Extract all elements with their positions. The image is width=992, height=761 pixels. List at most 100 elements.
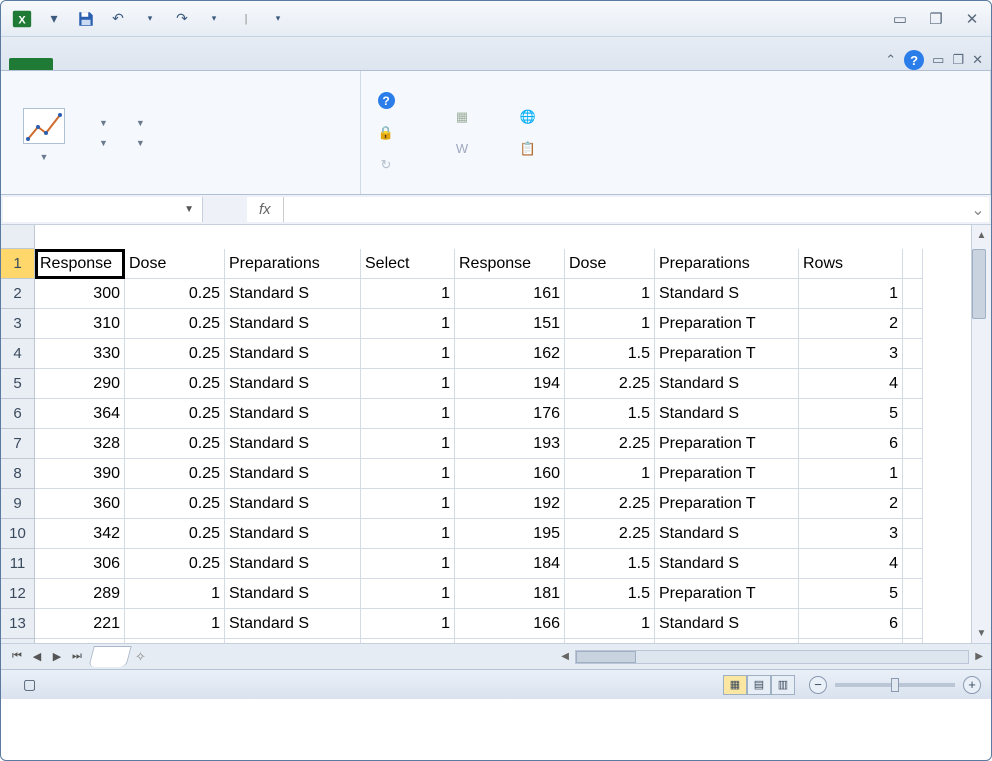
row-header[interactable]: 11 xyxy=(1,549,35,579)
cell[interactable]: Standard S xyxy=(225,609,361,639)
row-header[interactable]: 12 xyxy=(1,579,35,609)
help-icon[interactable]: ? xyxy=(904,50,924,70)
cell[interactable]: Preparation T xyxy=(655,639,799,643)
cell[interactable]: 0.25 xyxy=(125,369,225,399)
cell[interactable]: Preparation T xyxy=(655,339,799,369)
cell[interactable]: 2 xyxy=(799,489,903,519)
cell[interactable]: Preparation T xyxy=(655,309,799,339)
cell[interactable] xyxy=(903,309,923,339)
statistics2-menu[interactable]: ▼ xyxy=(89,136,112,150)
undo-icon[interactable]: ↶ xyxy=(105,6,131,32)
page-break-view-icon[interactable]: ▥ xyxy=(771,675,795,695)
cell[interactable]: Dose xyxy=(125,249,225,279)
horizontal-scrollbar[interactable]: ◀ ▶ xyxy=(161,650,991,664)
cell[interactable]: Standard S xyxy=(225,489,361,519)
cell[interactable]: Standard S xyxy=(655,549,799,579)
cell[interactable]: 2.25 xyxy=(565,519,655,549)
statistics1-menu[interactable]: ▼ xyxy=(89,116,112,130)
normal-view-icon[interactable]: ▦ xyxy=(723,675,747,695)
cell[interactable] xyxy=(903,279,923,309)
cell[interactable]: 0.25 xyxy=(125,279,225,309)
row-header[interactable]: 3 xyxy=(1,309,35,339)
cell[interactable]: 1.5 xyxy=(565,399,655,429)
qat-customize-icon[interactable]: ▾ xyxy=(265,6,291,32)
expand-formula-icon[interactable]: ⌄ xyxy=(967,200,989,220)
undo-dropdown-icon[interactable]: ▾ xyxy=(137,6,163,32)
file-tab[interactable] xyxy=(9,58,53,70)
chevron-down-icon[interactable]: ▼ xyxy=(184,204,194,215)
cell[interactable]: 328 xyxy=(35,429,125,459)
cell[interactable]: 1 xyxy=(799,639,903,643)
output-browser-button[interactable]: 🌐 xyxy=(515,106,547,128)
excel-icon[interactable]: X xyxy=(9,6,35,32)
cell[interactable]: Standard S xyxy=(225,639,361,643)
cell[interactable]: Standard S xyxy=(655,609,799,639)
cell[interactable]: Standard S xyxy=(225,549,361,579)
cell[interactable]: Preparation T xyxy=(655,429,799,459)
cell[interactable]: Standard S xyxy=(655,369,799,399)
cell[interactable]: 1 xyxy=(361,639,455,643)
cell[interactable]: 1.5 xyxy=(565,639,655,643)
row-header[interactable]: 5 xyxy=(1,369,35,399)
cell[interactable]: 1.5 xyxy=(565,339,655,369)
sheet-first-icon[interactable]: ⏮ xyxy=(7,650,27,663)
new-sheet-icon[interactable]: ✧ xyxy=(135,649,161,665)
cell[interactable] xyxy=(903,549,923,579)
save-icon[interactable] xyxy=(73,6,99,32)
cell[interactable]: Standard S xyxy=(225,339,361,369)
cell[interactable]: 2.25 xyxy=(565,489,655,519)
cell[interactable]: 0.25 xyxy=(125,339,225,369)
lock-data-button[interactable]: 🔒 xyxy=(373,122,405,144)
cell[interactable]: 3 xyxy=(799,519,903,549)
cell[interactable]: 342 xyxy=(35,519,125,549)
cell[interactable]: 1 xyxy=(565,609,655,639)
cell[interactable]: 193 xyxy=(455,429,565,459)
cell[interactable]: 1 xyxy=(361,429,455,459)
cell[interactable]: Preparations xyxy=(225,249,361,279)
cell[interactable]: 3 xyxy=(799,339,903,369)
row-header[interactable]: 2 xyxy=(1,279,35,309)
scroll-right-icon[interactable]: ▶ xyxy=(971,651,987,662)
cell[interactable] xyxy=(903,579,923,609)
scroll-up-icon[interactable]: ▲ xyxy=(972,225,991,245)
cell[interactable]: 178 xyxy=(455,639,565,643)
cell[interactable]: 2.25 xyxy=(565,369,655,399)
cell[interactable]: 0.25 xyxy=(125,549,225,579)
cell[interactable] xyxy=(903,609,923,639)
cell[interactable]: Preparations xyxy=(655,249,799,279)
graphics-button[interactable]: ▼ xyxy=(9,75,79,190)
cell[interactable] xyxy=(903,639,923,643)
cell[interactable]: 1 xyxy=(361,549,455,579)
cell[interactable]: 360 xyxy=(35,489,125,519)
cell[interactable] xyxy=(903,339,923,369)
cell[interactable]: 221 xyxy=(35,609,125,639)
fx-icon[interactable]: fx xyxy=(247,197,284,222)
cell[interactable]: Standard S xyxy=(225,399,361,429)
cell[interactable]: Preparation T xyxy=(655,489,799,519)
macro-record-icon[interactable]: ▢ xyxy=(23,676,36,693)
row-header[interactable]: 8 xyxy=(1,459,35,489)
doc-minimize-icon[interactable]: ▭ xyxy=(932,52,944,68)
scroll-left-icon[interactable]: ◀ xyxy=(557,651,573,662)
row-header[interactable]: 4 xyxy=(1,339,35,369)
cell[interactable]: 2 xyxy=(799,309,903,339)
cell[interactable]: 0.25 xyxy=(125,519,225,549)
cell[interactable]: Preparation T xyxy=(655,459,799,489)
cell[interactable]: Standard S xyxy=(225,519,361,549)
cell[interactable]: 0.25 xyxy=(125,309,225,339)
cell[interactable]: Standard S xyxy=(225,579,361,609)
sheet-tab[interactable] xyxy=(88,646,132,667)
cell[interactable]: 2.25 xyxy=(565,429,655,459)
cell[interactable]: 6 xyxy=(799,609,903,639)
cell[interactable]: 1 xyxy=(565,459,655,489)
cell[interactable]: 6 xyxy=(799,429,903,459)
doc-restore-icon[interactable]: ❐ xyxy=(952,52,964,68)
cell[interactable] xyxy=(903,489,923,519)
cell[interactable]: 192 xyxy=(455,489,565,519)
cell[interactable]: 160 xyxy=(455,459,565,489)
cell[interactable]: 1 xyxy=(361,609,455,639)
cell[interactable]: 1 xyxy=(565,309,655,339)
cell[interactable]: Standard S xyxy=(225,369,361,399)
sheet-last-icon[interactable]: ⏭ xyxy=(67,650,87,663)
cell[interactable]: Preparation T xyxy=(655,579,799,609)
